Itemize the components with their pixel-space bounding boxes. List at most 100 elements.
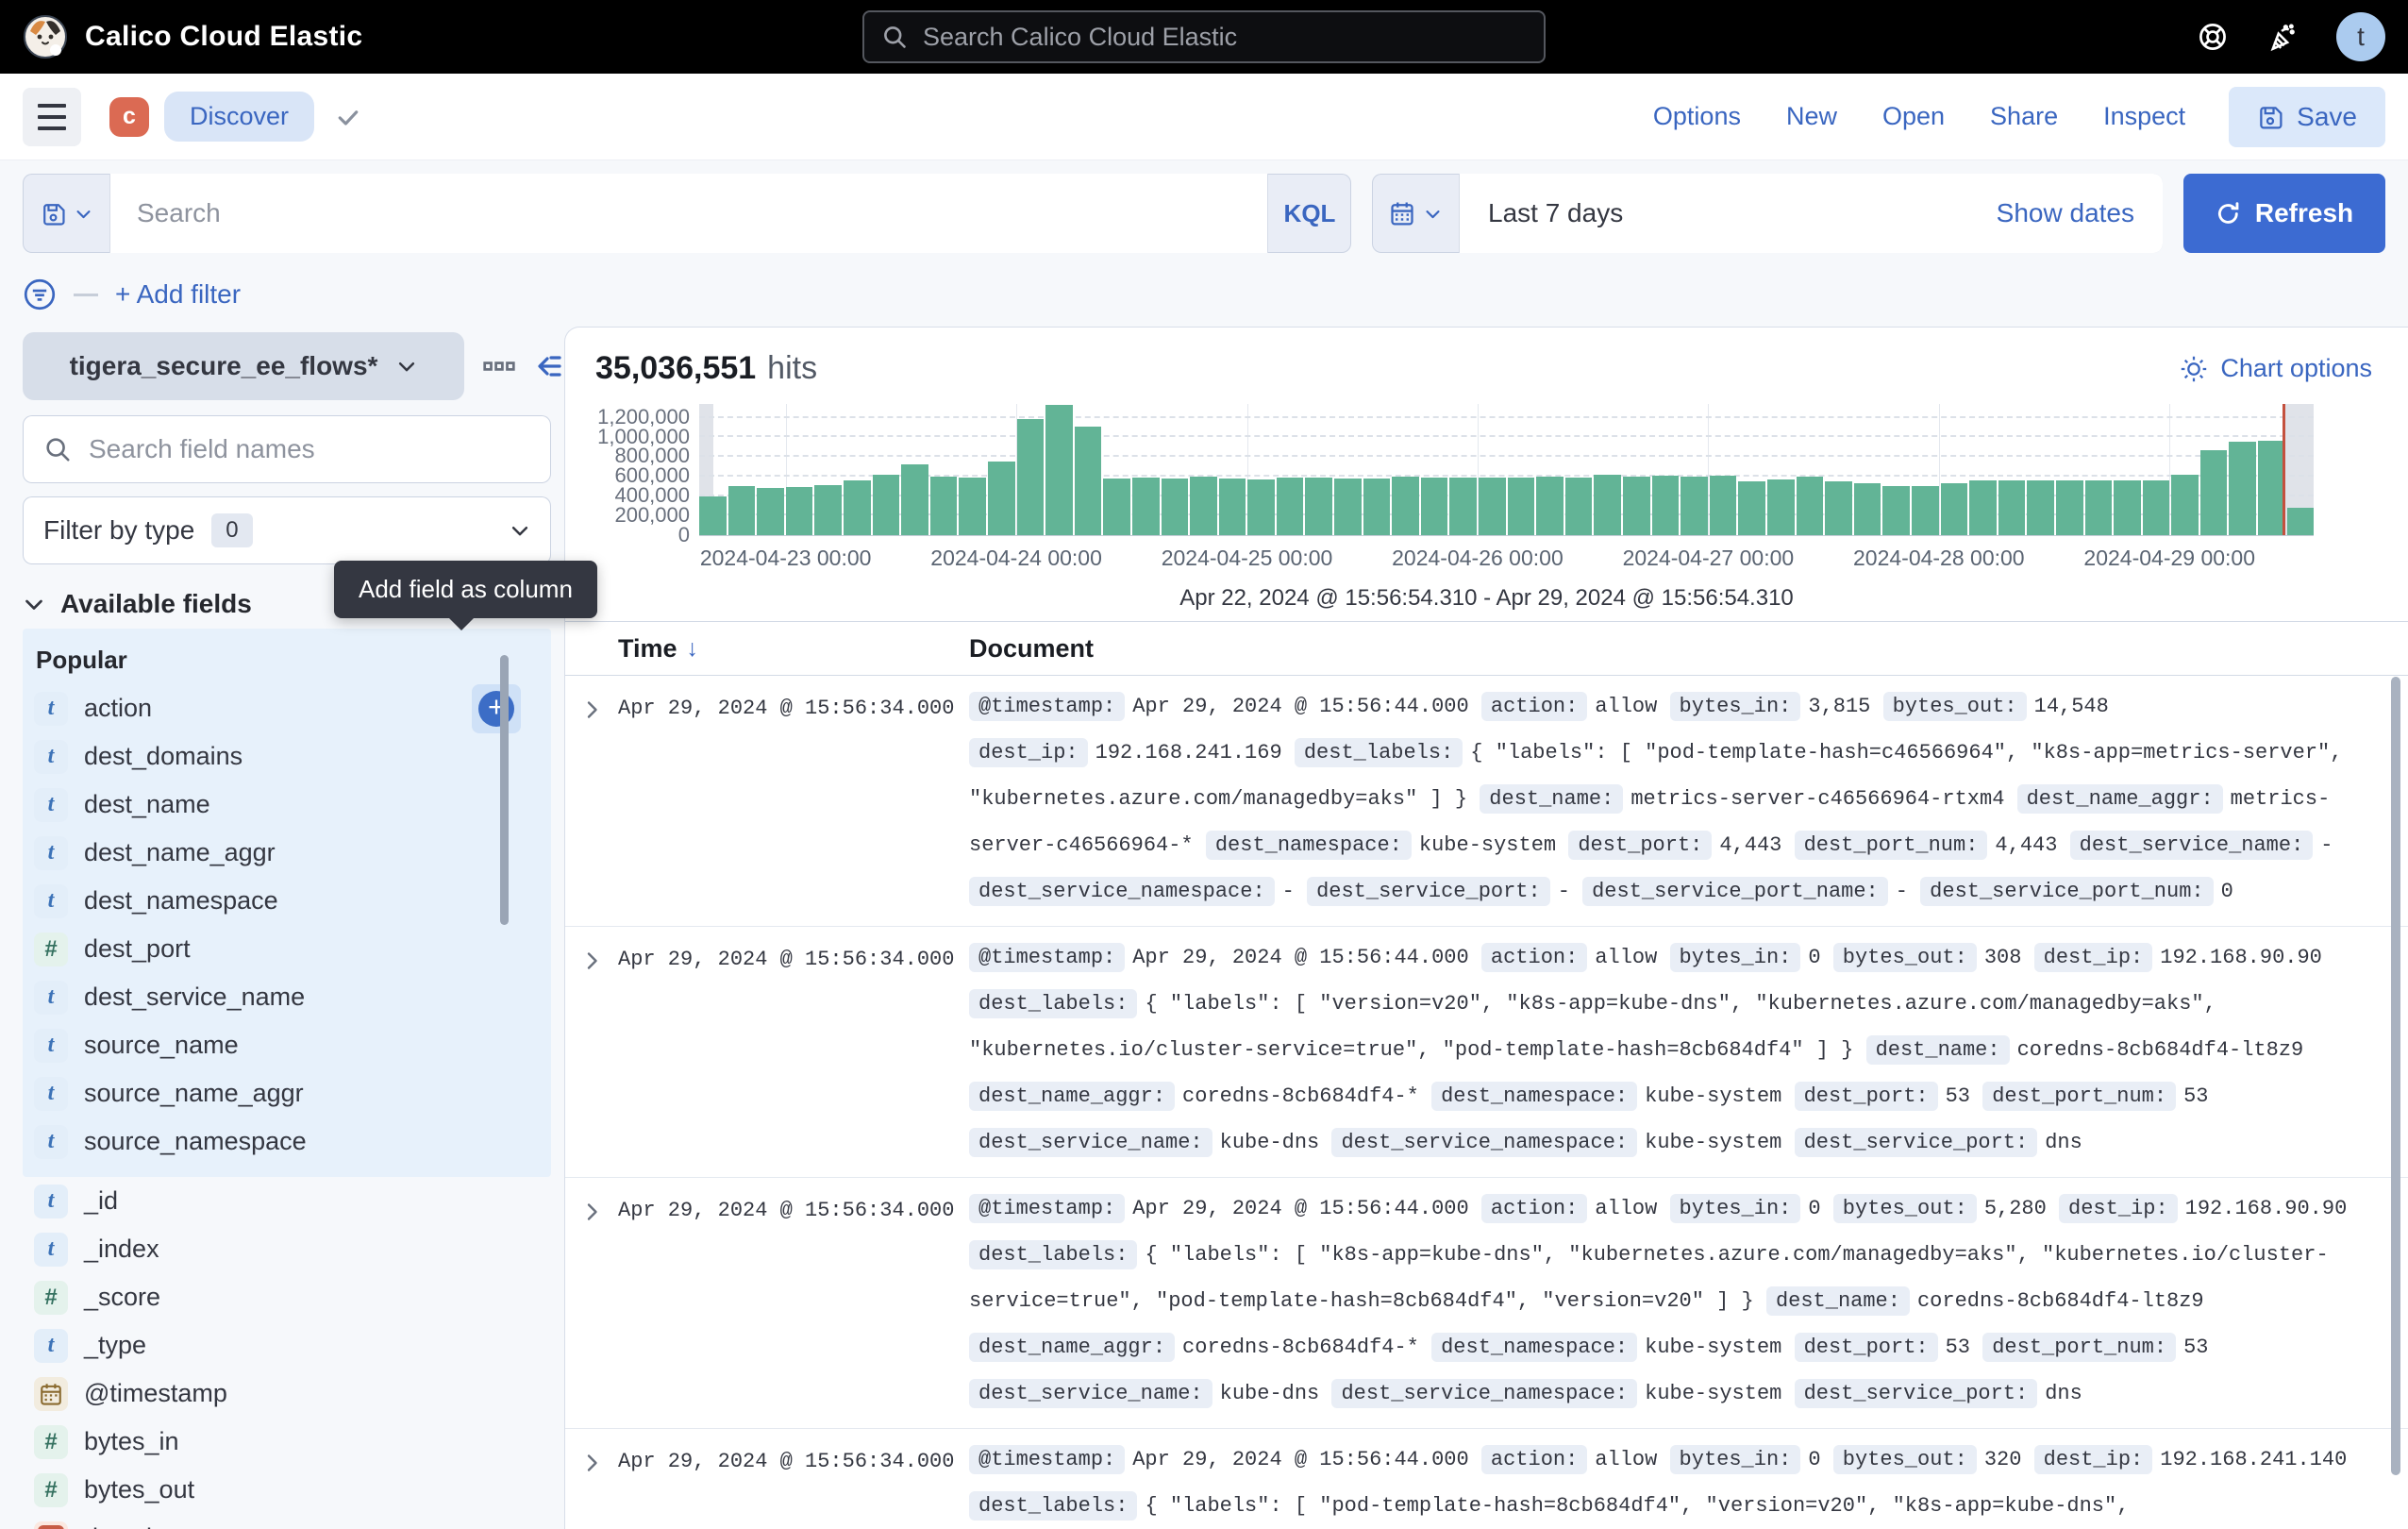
sidebar-scrollbar-thumb[interactable]: [500, 655, 509, 925]
sort-descending-icon[interactable]: ↓: [687, 635, 699, 663]
histogram-bar[interactable]: [1969, 480, 1997, 535]
histogram-bar[interactable]: [1103, 479, 1130, 535]
add-field-as-column-button[interactable]: +: [472, 684, 521, 733]
histogram-bar[interactable]: [786, 487, 813, 535]
menu-item-options[interactable]: Options: [1653, 102, 1741, 131]
menu-hamburger-button[interactable]: [23, 88, 81, 146]
field-search-input[interactable]: Search field names: [23, 415, 551, 483]
expand-row-button[interactable]: [565, 683, 618, 915]
time-column-header[interactable]: Time ↓: [618, 634, 969, 664]
saved-queries-menu-button[interactable]: [23, 174, 109, 253]
histogram-bar[interactable]: [1652, 476, 1680, 535]
field-item-dest_service_name[interactable]: tdest_service_name: [23, 973, 551, 1021]
expand-row-button[interactable]: [565, 1437, 618, 1529]
histogram-bar[interactable]: [873, 475, 900, 535]
histogram-bar[interactable]: [2200, 450, 2228, 535]
query-language-button[interactable]: KQL: [1268, 174, 1351, 253]
field-item-dest_name_aggr[interactable]: tdest_name_aggr: [23, 829, 551, 877]
field-item-dest_domains[interactable]: tdest_domains: [23, 732, 551, 781]
histogram-bar[interactable]: [1132, 478, 1160, 535]
collapse-sidebar-icon[interactable]: [534, 351, 564, 381]
histogram-bar[interactable]: [1421, 478, 1448, 535]
histogram-bar[interactable]: [1941, 483, 1968, 535]
calico-cat-logo-icon[interactable]: [23, 14, 68, 59]
menu-item-new[interactable]: New: [1786, 102, 1837, 131]
histogram-bar[interactable]: [1247, 479, 1275, 535]
field-item-dest_name[interactable]: tdest_name: [23, 781, 551, 829]
help-life-ring-icon[interactable]: [2197, 21, 2229, 53]
field-item-bytes_out[interactable]: #bytes_out: [23, 1466, 551, 1514]
histogram-bar[interactable]: [1190, 477, 1217, 535]
histogram-bar[interactable]: [844, 480, 871, 535]
field-item-@timestamp[interactable]: @timestamp: [23, 1369, 551, 1418]
histogram-bar[interactable]: [2085, 480, 2113, 535]
histogram-bar[interactable]: [1681, 477, 1708, 535]
expand-row-button[interactable]: [565, 1185, 618, 1417]
histogram-bar[interactable]: [2027, 480, 2054, 535]
field-item-source_name_aggr[interactable]: tsource_name_aggr: [23, 1069, 551, 1117]
histogram-bar[interactable]: [2287, 508, 2315, 535]
histogram-bar[interactable]: [1738, 481, 1765, 535]
menu-item-inspect[interactable]: Inspect: [2103, 102, 2185, 131]
histogram-bar[interactable]: [2143, 480, 2170, 535]
breadcrumb-discover[interactable]: Discover: [164, 92, 314, 142]
index-pattern-selector[interactable]: tigera_secure_ee_flows*: [23, 332, 464, 400]
histogram-bar[interactable]: [1392, 477, 1419, 535]
histogram-bar[interactable]: [1075, 427, 1102, 535]
histogram-bar[interactable]: [2056, 480, 2083, 535]
histogram-bar[interactable]: [1882, 486, 1910, 535]
histogram-bar[interactable]: [1797, 477, 1824, 535]
histogram-bar[interactable]: [2258, 441, 2285, 535]
histogram-bar[interactable]: [1854, 483, 1881, 535]
histogram-bar[interactable]: [988, 462, 1015, 535]
histogram-bar[interactable]: [1912, 486, 1939, 535]
histogram-bar[interactable]: [1277, 478, 1304, 535]
field-item-_index[interactable]: t_index: [23, 1225, 551, 1273]
chart-options-button[interactable]: Chart options: [2180, 354, 2372, 383]
menu-item-open[interactable]: Open: [1882, 102, 1945, 131]
refresh-button[interactable]: Refresh: [2183, 174, 2385, 253]
user-avatar[interactable]: t: [2336, 12, 2385, 61]
field-item-source_namespace[interactable]: tsource_namespace: [23, 1117, 551, 1166]
table-scrollbar-thumb[interactable]: [2391, 677, 2400, 1475]
histogram-bar[interactable]: [1363, 479, 1391, 535]
histogram-bar[interactable]: [1508, 478, 1535, 535]
histogram-bar[interactable]: [1623, 477, 1650, 535]
histogram-bar[interactable]: [814, 485, 842, 535]
histogram-bar[interactable]: [1017, 419, 1045, 535]
histogram-bar[interactable]: [930, 477, 958, 535]
space-breadcrumb-chip[interactable]: c: [109, 97, 149, 137]
histogram-bar[interactable]: [1449, 478, 1477, 535]
histogram-bar[interactable]: [1536, 477, 1564, 535]
field-item-dest_port[interactable]: #dest_port: [23, 925, 551, 973]
histogram-bar[interactable]: [1565, 478, 1593, 535]
histogram-bar[interactable]: [1162, 479, 1189, 535]
histogram-bar[interactable]: [1767, 479, 1795, 535]
histogram-bar[interactable]: [1219, 479, 1246, 535]
field-item-source_name[interactable]: tsource_name: [23, 1021, 551, 1069]
expand-row-button[interactable]: [565, 934, 618, 1166]
histogram-bar[interactable]: [699, 496, 727, 535]
histogram-bar[interactable]: [1045, 405, 1073, 535]
histogram-bar[interactable]: [959, 478, 986, 535]
histogram-bar[interactable]: [757, 488, 784, 535]
field-item-_score[interactable]: #_score: [23, 1273, 551, 1321]
histogram-bar[interactable]: [1334, 479, 1362, 535]
histogram-bar[interactable]: [1594, 475, 1621, 535]
histogram-bar[interactable]: [728, 486, 756, 535]
global-search-input[interactable]: Search Calico Cloud Elastic: [862, 10, 1546, 63]
histogram-bar[interactable]: [1998, 480, 2026, 535]
histogram-bar[interactable]: [1710, 476, 1737, 535]
news-party-popper-icon[interactable]: [2266, 21, 2299, 53]
histogram-bar[interactable]: [1825, 481, 1852, 535]
saved-filters-icon[interactable]: [23, 277, 57, 311]
histogram-bar[interactable]: [1479, 478, 1506, 535]
kql-search-input[interactable]: Search: [109, 174, 1268, 253]
field-item-_type[interactable]: t_type: [23, 1321, 551, 1369]
field-settings-icon[interactable]: [483, 356, 515, 377]
field-item-action[interactable]: taction+: [23, 684, 551, 732]
menu-item-share[interactable]: Share: [1990, 102, 2058, 131]
add-filter-button[interactable]: + Add filter: [115, 279, 241, 310]
histogram-bar[interactable]: [901, 464, 928, 535]
filter-by-type-select[interactable]: Filter by type 0: [23, 496, 551, 564]
